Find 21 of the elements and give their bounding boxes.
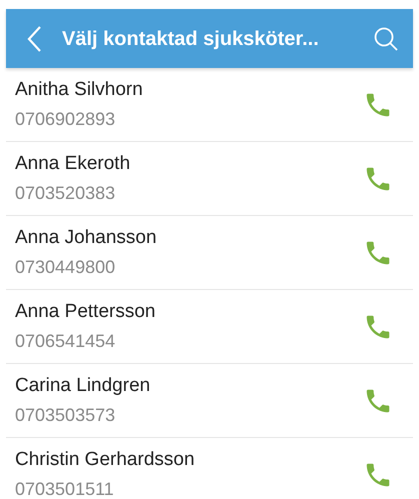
contact-row[interactable]: Carina Lindgren 0703503573	[6, 364, 413, 438]
contact-phone: 0706541454	[15, 330, 116, 353]
back-icon[interactable]	[26, 24, 42, 52]
contact-phone: 0703520383	[15, 182, 116, 205]
contact-row[interactable]: Anna Ekeroth 0703520383	[6, 142, 413, 216]
contact-row[interactable]: Christin Gerhardsson 0703501511	[6, 438, 413, 499]
contact-phone: 0706902893	[15, 108, 116, 131]
contact-name: Carina Lindgren	[15, 374, 152, 398]
contact-name: Anna Ekeroth	[15, 152, 132, 176]
screen-title: Välj kontaktad sjuksköter...	[62, 26, 320, 52]
contact-row[interactable]: Anitha Silvhorn 0706902893	[6, 68, 413, 142]
contact-name: Anna Pettersson	[15, 300, 156, 324]
contact-row[interactable]: Anna Pettersson 0706541454	[6, 290, 413, 364]
contact-row[interactable]: Anna Johansson 0730449800	[6, 216, 413, 290]
contact-phone: 0703501511	[15, 478, 115, 499]
contact-name: Christin Gerhardsson	[15, 448, 196, 472]
contact-phone: 0703503573	[15, 404, 116, 427]
contact-name: Anna Johansson	[15, 226, 158, 250]
contact-phone: 0730449800	[15, 256, 116, 279]
search-icon[interactable]	[373, 26, 399, 52]
contact-name: Anitha Silvhorn	[15, 78, 144, 102]
